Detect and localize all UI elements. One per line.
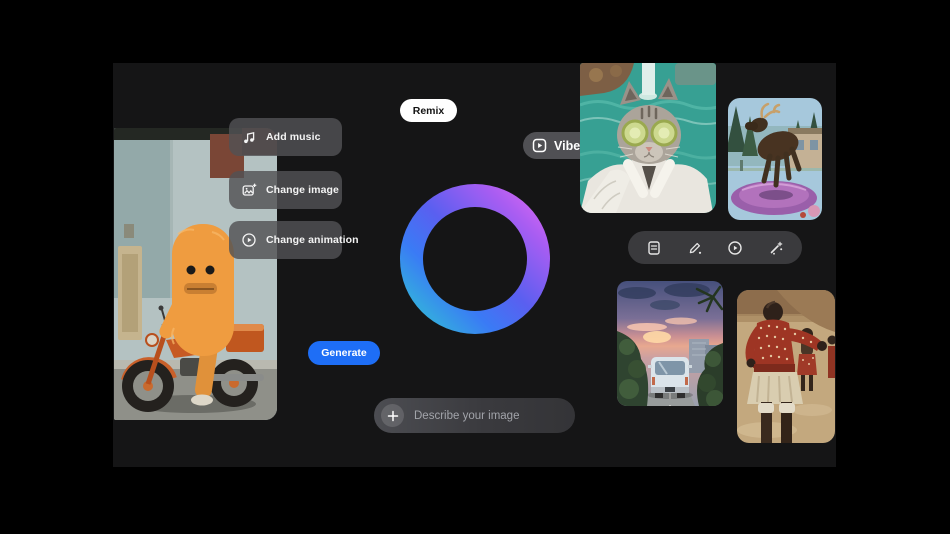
change-image-button[interactable]: Change image — [229, 171, 342, 209]
main-panel: Add music Change image Change animation … — [113, 63, 836, 467]
cat-video-tile[interactable] — [580, 63, 716, 213]
remix-button[interactable]: Remix — [400, 99, 457, 122]
pencil-sparkle-icon — [687, 240, 703, 256]
remix-label: Remix — [413, 105, 445, 117]
play-circle-icon — [727, 240, 743, 256]
dancers-video-tile[interactable] — [737, 290, 835, 443]
document-text-icon — [646, 240, 662, 256]
generate-button[interactable]: Generate — [308, 341, 380, 365]
edit-tool-button[interactable] — [687, 240, 703, 256]
change-animation-button[interactable]: Change animation — [229, 221, 342, 259]
canvas: { "app": { "background": "#000000", "pan… — [0, 0, 950, 534]
media-toolbar — [628, 231, 802, 264]
magic-tool-button[interactable] — [768, 240, 784, 256]
cat-illustration — [580, 63, 716, 213]
plus-icon — [387, 410, 399, 422]
magic-wand-icon — [768, 240, 784, 256]
generate-label: Generate — [321, 347, 367, 359]
change-image-label: Change image — [266, 184, 339, 196]
script-tool-button[interactable] — [646, 240, 662, 256]
moose-video-tile[interactable] — [728, 98, 822, 220]
prompt-bar[interactable] — [374, 398, 575, 433]
play-circle-icon — [241, 232, 257, 248]
change-animation-label: Change animation — [266, 234, 359, 246]
image-plus-icon — [241, 182, 257, 198]
music-note-icon — [241, 129, 257, 145]
van-video-tile[interactable] — [617, 281, 723, 406]
add-music-button[interactable]: Add music — [229, 118, 342, 156]
moose-illustration — [728, 98, 822, 220]
dancers-illustration — [737, 290, 835, 443]
add-music-label: Add music — [266, 131, 321, 143]
add-attachment-button[interactable] — [381, 404, 404, 427]
prompt-input[interactable] — [414, 410, 564, 422]
van-illustration — [617, 281, 723, 406]
play-tool-button[interactable] — [727, 240, 743, 256]
gradient-ring-hole — [423, 207, 527, 311]
play-square-icon — [532, 138, 547, 153]
gradient-ring — [400, 184, 550, 334]
